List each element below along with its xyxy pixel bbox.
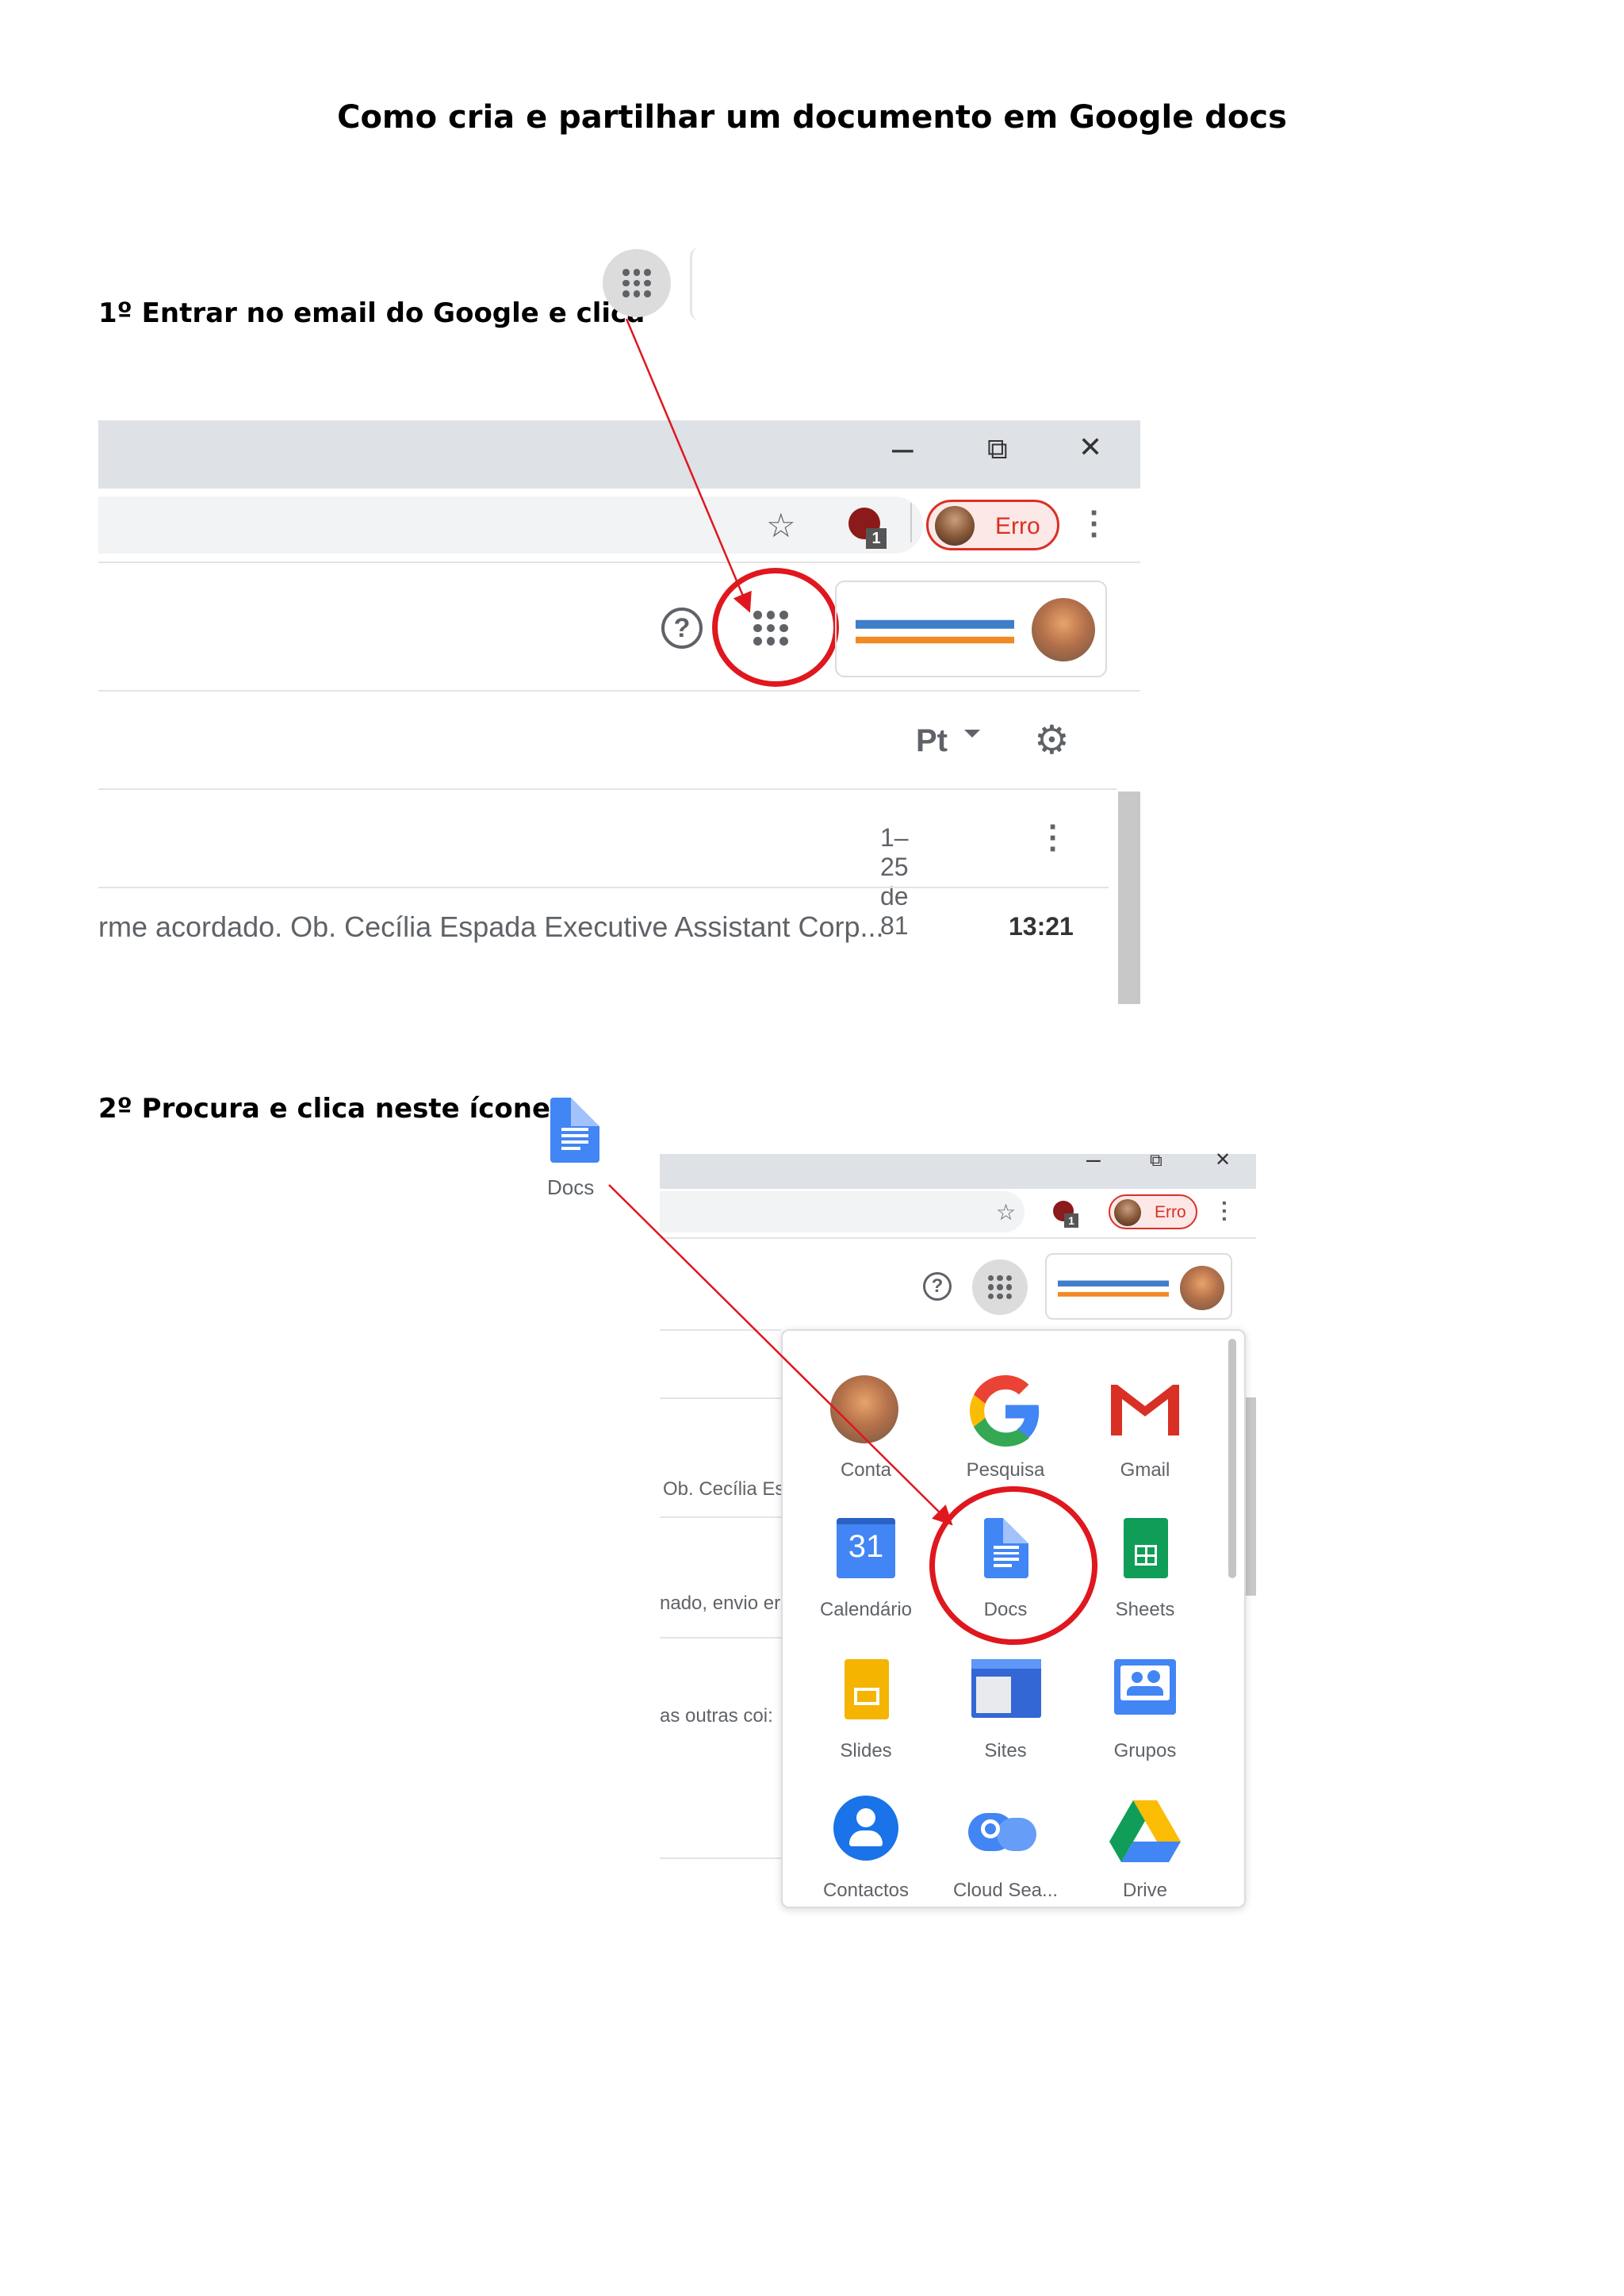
- annotation-arrows: [608, 318, 953, 1526]
- arrow-to-docs: [608, 1184, 953, 1526]
- arrow-to-apps: [625, 318, 752, 613]
